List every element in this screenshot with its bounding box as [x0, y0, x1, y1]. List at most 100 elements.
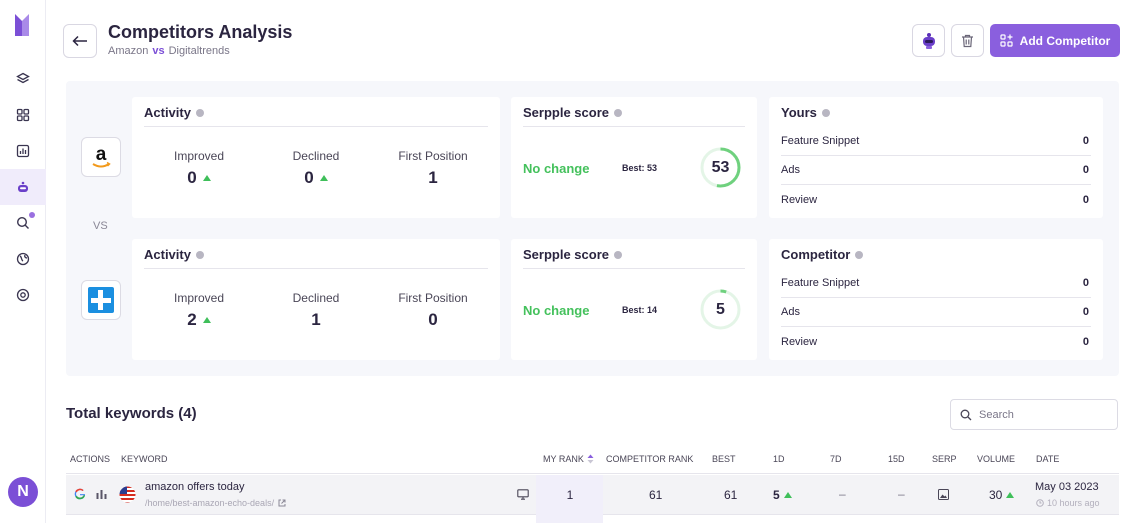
best-value: 61 [724, 488, 738, 502]
7d-change: – [839, 487, 846, 501]
serp-image-icon[interactable] [938, 489, 949, 500]
first-position-stat: First Position 0 [378, 291, 488, 330]
google-icon[interactable] [74, 488, 86, 500]
improved-label: Improved [173, 149, 225, 163]
col-volume[interactable]: VOLUME [977, 454, 1015, 464]
ai-assistant-button[interactable] [912, 24, 945, 57]
improved-label: Improved [173, 291, 225, 305]
arrow-left-icon [72, 35, 87, 47]
digitaltrends-logo [81, 280, 121, 320]
competitor-rank-value: 61 [649, 488, 663, 502]
trash-icon [962, 34, 973, 47]
page-title: Competitors Analysis [108, 22, 293, 42]
info-icon[interactable] [195, 250, 204, 259]
svg-text:a: a [96, 144, 107, 165]
app-logo[interactable] [14, 12, 30, 43]
comparison-subtitle: Amazon vs Digitaltrends [108, 45, 230, 57]
up-arrow-icon [202, 175, 211, 181]
desktop-icon [517, 489, 529, 500]
up-arrow-icon [319, 175, 328, 181]
settings-icon[interactable] [0, 277, 46, 313]
review-row: Review 0 [781, 193, 1089, 206]
info-icon[interactable] [614, 250, 622, 259]
main-content: Competitors Analysis Amazon vs Digitaltren… [46, 0, 1140, 523]
col-my-rank[interactable]: MY RANK [543, 454, 594, 464]
col-15d[interactable]: 15D [888, 454, 905, 464]
time-ago: 10 hours ago [1036, 498, 1100, 508]
ads-row: Ads 0 [781, 156, 1091, 185]
back-button[interactable] [63, 24, 97, 58]
first-position-label: First Position [398, 291, 468, 305]
keyword-url[interactable]: /home/best-amazon-echo-deals/ [145, 498, 286, 508]
improved-stat: Improved 2 [144, 291, 254, 330]
search-field[interactable] [950, 399, 1118, 430]
info-icon[interactable] [614, 108, 622, 117]
first-position-label: First Position [398, 149, 468, 163]
col-competitor-rank[interactable]: COMPETITOR RANK [606, 454, 693, 464]
info-icon[interactable] [855, 250, 864, 259]
up-arrow-icon [1006, 492, 1015, 498]
first-position-value: 1 [428, 168, 438, 187]
col-1d[interactable]: 1D [773, 454, 785, 464]
bar-chart-icon[interactable] [96, 489, 107, 499]
yours-title: Yours [781, 105, 830, 120]
layers-icon[interactable] [0, 61, 46, 97]
volume-value: 30 [989, 488, 1015, 502]
my-rank-value: 1 [566, 488, 574, 502]
info-icon[interactable] [195, 108, 204, 117]
col-keyword[interactable]: KEYWORD [121, 454, 168, 464]
score-value: 5 [716, 300, 725, 318]
serpple-score-title: Serpple score [523, 105, 622, 120]
search-nav-icon[interactable] [0, 205, 46, 241]
col-7d[interactable]: 7D [830, 454, 842, 464]
declined-value: 0 [304, 168, 314, 187]
amazon-logo: a [81, 137, 121, 177]
review-row: Review 0 [781, 335, 1089, 348]
col-best[interactable]: BEST [712, 454, 736, 464]
robot-icon [922, 32, 935, 49]
col-serp: SERP [932, 454, 957, 464]
grid-icon[interactable] [0, 97, 46, 133]
activity-title: Activity [144, 247, 204, 262]
add-competitor-button[interactable]: Add Competitor [990, 24, 1120, 57]
sort-icon[interactable] [587, 454, 594, 464]
notification-dot [29, 212, 35, 218]
vs-label: vs [152, 45, 165, 57]
site-a-name: Amazon [108, 45, 149, 57]
up-arrow-icon [202, 317, 211, 323]
date-value: May 03 2023 [1035, 481, 1099, 493]
vs-divider: VS [93, 220, 108, 232]
search-icon [960, 409, 972, 420]
keyword-text[interactable]: amazon offers today [145, 481, 244, 493]
delete-button[interactable] [951, 24, 984, 57]
col-actions: ACTIONS [70, 454, 111, 464]
1d-change: 5 [773, 488, 792, 502]
serpple-score-title: Serpple score [523, 247, 622, 262]
yours-features-card: Yours Feature Snippet 0 Ads 0 Review 0 [769, 97, 1103, 218]
search-input[interactable] [979, 408, 1109, 421]
improved-value: 0 [187, 168, 197, 187]
external-link-icon[interactable] [278, 499, 286, 507]
avatar[interactable]: N [8, 477, 38, 507]
site-b-name: Digitaltrends [168, 45, 230, 57]
feature-snippet-row: Feature Snippet 0 [781, 269, 1091, 298]
activity-title: Activity [144, 105, 204, 120]
info-icon[interactable] [821, 108, 830, 117]
score-change: No change [523, 303, 590, 318]
us-flag-icon [119, 486, 136, 503]
robot-icon[interactable] [0, 169, 46, 205]
col-date[interactable]: DATE [1036, 454, 1059, 464]
keywords-title: Total keywords (4) [66, 405, 197, 422]
declined-stat: Declined 1 [261, 291, 371, 330]
improved-value: 2 [187, 310, 197, 329]
serpple-score-card-yours: Serpple score No change Best: 53 53 [511, 97, 757, 218]
serpple-score-card-competitor: Serpple score No change Best: 14 5 [511, 239, 757, 360]
globe-icon[interactable] [0, 241, 46, 277]
ads-row: Ads 0 [781, 298, 1091, 327]
score-value: 53 [711, 158, 730, 176]
comparison-panel: a VS Activity Improved 0 Declined 0 Firs… [66, 81, 1119, 376]
add-competitor-label: Add Competitor [1019, 33, 1111, 48]
chart-icon[interactable] [0, 133, 46, 169]
activity-card-competitor: Activity Improved 2 Declined 1 First Pos… [132, 239, 500, 360]
add-grid-icon [1000, 34, 1013, 47]
